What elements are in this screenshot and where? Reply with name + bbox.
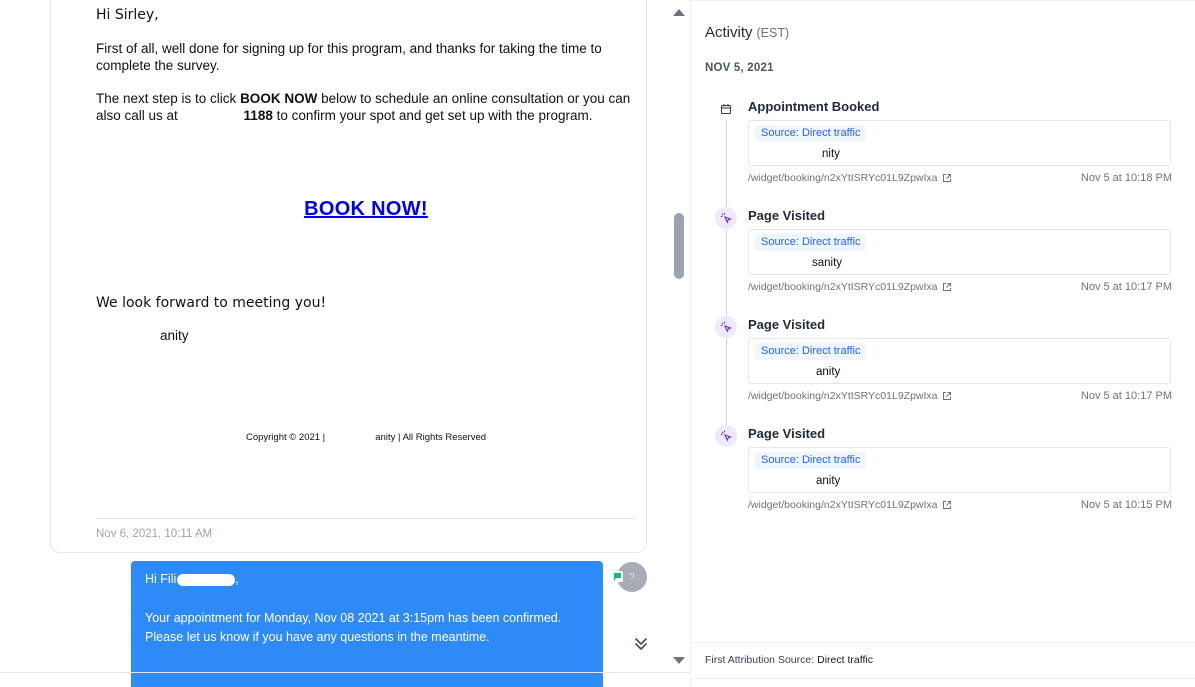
conversation-scrollbar[interactable] <box>669 0 690 673</box>
event-time: Nov 5 at 10:18 PM <box>1080 172 1172 184</box>
event-name-text: anity <box>816 475 841 487</box>
event-page-link[interactable]: /widget/booking/n2xYtISRYc01L9ZpwIxa <box>748 172 952 184</box>
external-link-icon <box>942 283 951 291</box>
activity-timezone: (EST) <box>756 26 790 40</box>
event-path-text: /widget/booking/n2xYtISRYc01L9ZpwIxa <box>748 390 938 402</box>
double-chevron-down-icon <box>635 638 647 650</box>
event-title: Appointment Booked <box>748 99 880 114</box>
first-attribution-label: First Attribution Source: <box>705 654 815 666</box>
email-timestamp: Nov 6, 2021, 10:11 AM <box>96 528 213 540</box>
redacted-phone <box>182 111 244 121</box>
activity-event: Appointment Booked Source: Direct traffi… <box>691 92 1195 197</box>
event-page-link[interactable]: /widget/booking/n2xYtISRYc01L9ZpwIxa <box>748 390 952 402</box>
outgoing-message-bubble: Hi Fili, Your appointment for Monday, No… <box>131 561 603 687</box>
activity-panel: Activity (EST) NOV 5, 2021 Appointment Bo… <box>690 0 1195 687</box>
cursor-click-icon <box>715 425 737 447</box>
cursor-click-icon <box>715 316 737 338</box>
scroll-down-arrow-icon[interactable] <box>673 657 685 664</box>
event-time: Nov 5 at 10:17 PM <box>1080 281 1172 293</box>
event-path-text: /widget/booking/n2xYtISRYc01L9ZpwIxa <box>748 499 938 511</box>
event-page-link[interactable]: /widget/booking/n2xYtISRYc01L9ZpwIxa <box>748 281 952 293</box>
email-signature: anity <box>96 327 189 344</box>
redacted-name <box>177 573 236 586</box>
event-page-link[interactable]: /widget/booking/n2xYtISRYc01L9ZpwIxa <box>748 499 952 511</box>
event-contact-name: anity <box>756 475 840 487</box>
flag-icon <box>612 571 623 582</box>
p2-book-now-bold: BOOK NOW <box>240 91 318 106</box>
reply-greeting-end: , <box>235 572 239 586</box>
cursor-click-icon <box>715 207 737 229</box>
event-time: Nov 5 at 10:17 PM <box>1080 390 1172 402</box>
event-details-box: Source: Direct traffic anity <box>748 338 1171 384</box>
activity-event: Page Visited Source: Direct traffic sani… <box>691 201 1195 306</box>
event-path-text: /widget/booking/n2xYtISRYc01L9ZpwIxa <box>748 281 938 293</box>
first-attribution: First Attribution Source: Direct traffic <box>705 654 873 666</box>
event-path-text: /widget/booking/n2xYtISRYc01L9ZpwIxa <box>748 172 938 184</box>
activity-event: Page Visited Source: Direct traffic anit… <box>691 310 1195 415</box>
email-greeting: Hi Sirley, <box>96 7 159 23</box>
p2-phone-number: 1188 <box>243 108 273 123</box>
panel-footer-divider <box>691 642 1195 643</box>
email-paragraph-1: First of all, well done for signing up f… <box>96 41 602 73</box>
calendar-icon <box>715 98 737 120</box>
scroll-to-bottom-button[interactable] <box>627 630 655 658</box>
reply-message: Your appointment for Monday, Nov 08 2021… <box>145 610 562 645</box>
reply-greeting-start: Hi Fili <box>145 572 177 586</box>
source-badge: Source: Direct traffic <box>755 452 867 469</box>
source-badge: Source: Direct traffic <box>755 125 867 142</box>
event-title: Page Visited <box>748 208 826 223</box>
activity-title: Activity (EST) <box>705 24 789 41</box>
email-paragraph-2: The next step is to click BOOK NOW below… <box>96 90 641 124</box>
conversation-pane: Hi Sirley, First of all, well done for s… <box>0 0 690 687</box>
event-contact-name: nity <box>756 148 840 160</box>
event-details-box: Source: Direct traffic sanity <box>748 229 1171 275</box>
avatar-initial: ? <box>629 571 635 583</box>
email-message-card: Hi Sirley, First of all, well done for s… <box>50 0 647 553</box>
book-now-container: BOOK NOW! <box>96 198 636 220</box>
p2-text-before: The next step is to click <box>96 91 241 106</box>
external-link-icon <box>942 392 951 400</box>
source-badge: Source: Direct traffic <box>755 234 867 251</box>
signature-text: anity <box>160 328 189 343</box>
email-copyright: Copyright © 2021 | anity | All Rights Re… <box>245 432 487 443</box>
event-details-box: Source: Direct traffic anity <box>748 447 1171 493</box>
event-time: Nov 5 at 10:15 PM <box>1080 499 1172 511</box>
email-closing: We look forward to meeting you! <box>96 295 327 311</box>
book-now-link[interactable]: BOOK NOW! <box>304 198 428 220</box>
reply-greeting: Hi Fili, <box>145 570 589 590</box>
p2-text-after: to confirm your spot and get set up with… <box>272 108 593 123</box>
external-link-icon <box>942 174 951 182</box>
activity-title-text: Activity <box>705 24 753 41</box>
event-title: Page Visited <box>748 317 826 332</box>
event-contact-name: anity <box>756 366 840 378</box>
external-link-icon <box>942 501 951 509</box>
date-header: NOV 5, 2021 <box>705 62 774 74</box>
activity-event: Page Visited Source: Direct traffic anit… <box>691 419 1195 524</box>
scrollbar-thumb[interactable] <box>674 213 684 279</box>
panel-bottom-divider <box>691 678 1195 679</box>
scroll-up-arrow-icon[interactable] <box>673 9 685 16</box>
event-contact-name: sanity <box>756 257 842 269</box>
pane-bottom-divider <box>0 672 690 673</box>
email-divider <box>96 518 636 519</box>
event-name-text: sanity <box>812 257 843 269</box>
event-name-text: anity <box>816 366 841 378</box>
source-badge: Source: Direct traffic <box>755 343 867 360</box>
event-name-text: nity <box>822 148 840 160</box>
event-title: Page Visited <box>748 426 826 441</box>
first-attribution-value: Direct traffic <box>817 654 873 666</box>
event-details-box: Source: Direct traffic nity <box>748 120 1171 166</box>
